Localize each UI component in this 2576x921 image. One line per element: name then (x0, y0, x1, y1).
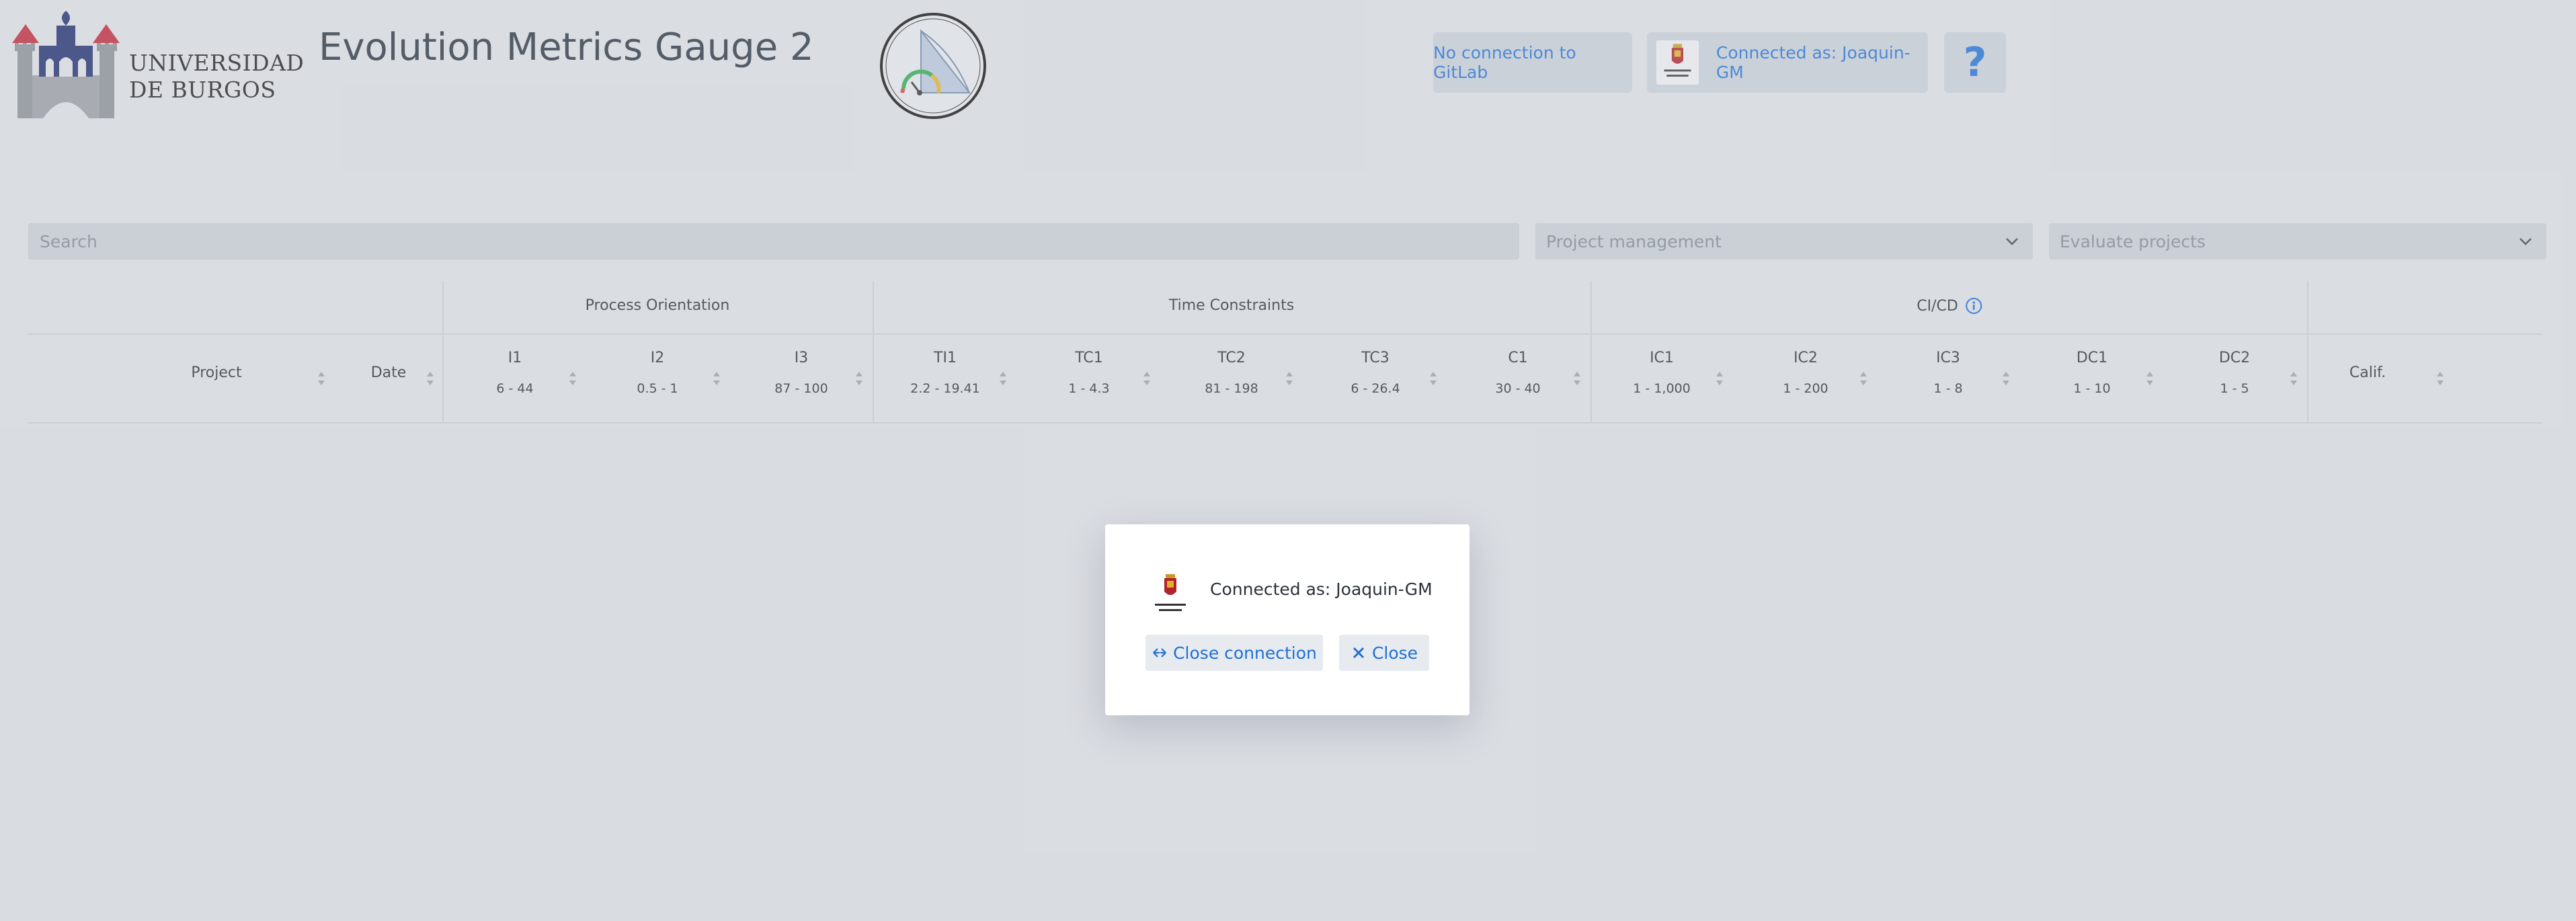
close-connection-label: Close connection (1173, 643, 1317, 663)
disconnect-icon (1153, 648, 1166, 657)
connection-modal: Connected as: Joaquin-GM Close connectio… (1105, 524, 1470, 715)
close-connection-button[interactable]: Close connection (1145, 635, 1323, 671)
close-button[interactable]: Close (1339, 635, 1429, 671)
modal-backdrop[interactable] (0, 0, 2576, 921)
user-avatar (1148, 570, 1193, 620)
close-icon (1353, 647, 1364, 659)
modal-connected-label: Connected as: Joaquin-GM (1210, 579, 1433, 599)
close-label: Close (1371, 643, 1418, 663)
